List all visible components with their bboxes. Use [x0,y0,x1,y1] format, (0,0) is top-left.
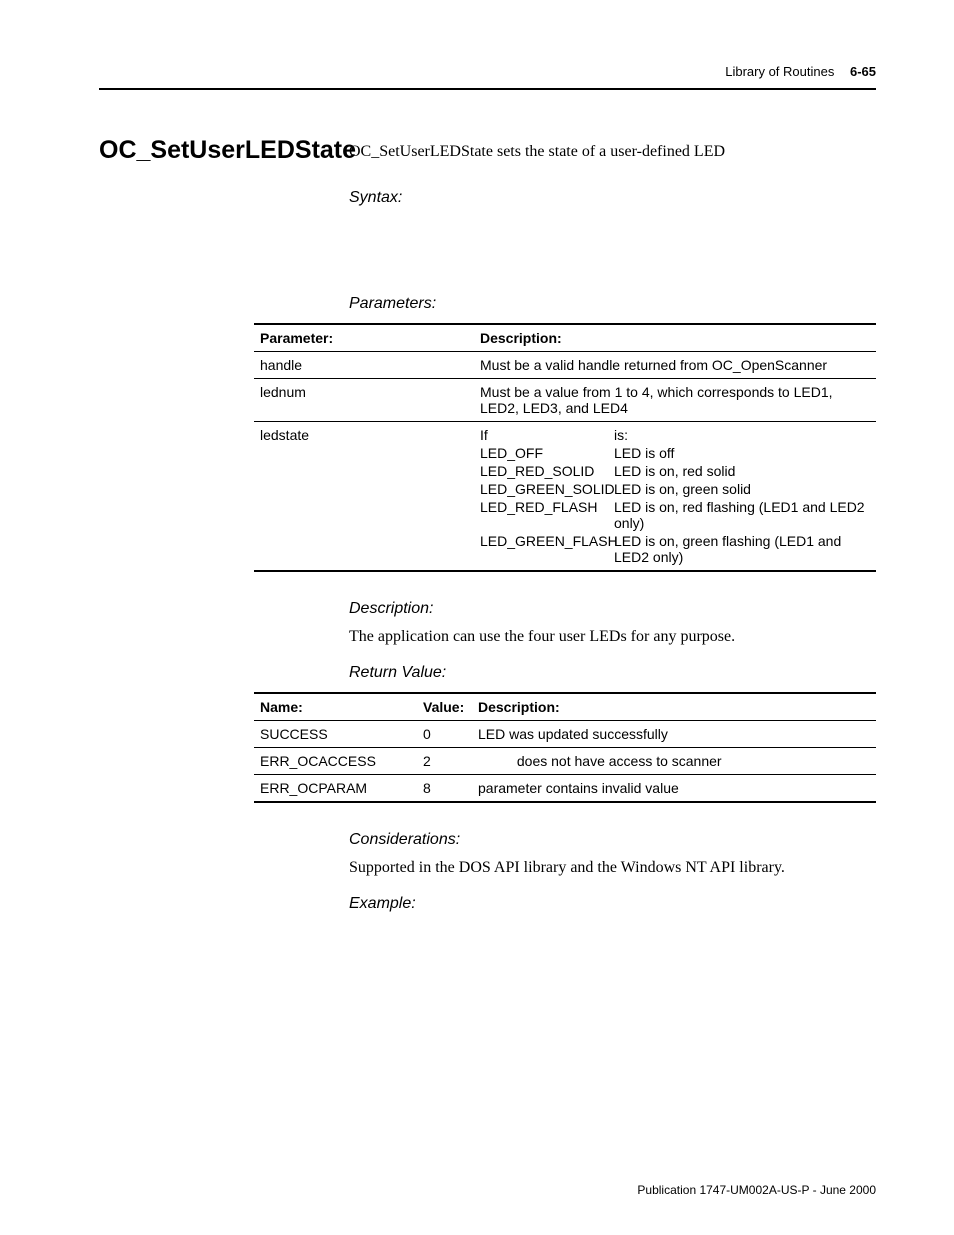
col-parameter: Parameter: [254,324,474,352]
ledstate-val: LED is on, red flashing (LED1 and LED2 o… [614,499,868,531]
col-name: Name: [254,693,417,721]
header-page-number: 6-65 [850,64,876,79]
table-row: SUCCESS 0 LED was updated successfully [254,721,876,748]
section-return-value: Return Value: [349,664,876,682]
ledstate-key: LED_RED_SOLID [480,463,614,479]
return-desc: LED was updated successfully [472,721,876,748]
param-name: handle [254,352,474,379]
table-row: handle Must be a valid handle returned f… [254,352,876,379]
section-example: Example: [349,895,876,913]
table-row: ERR_OCPARAM 8 parameter contains invalid… [254,775,876,803]
ledstate-key: LED_RED_FLASH [480,499,614,531]
param-name: ledstate [254,422,474,572]
ledstate-head-is: is: [614,427,868,443]
page-header: Library of Routines 6-65 [715,64,876,79]
ledstate-val: LED is off [614,445,868,461]
table-header-row: Name: Value: Description: [254,693,876,721]
table-header-row: Parameter: Description: [254,324,876,352]
section-syntax: Syntax: [349,189,876,207]
considerations-body: Supported in the DOS API library and the… [349,859,876,877]
header-chapter: Library of Routines [725,64,834,79]
routine-intro: OC_SetUserLEDState sets the state of a u… [349,143,876,161]
param-desc: Must be a value from 1 to 4, which corre… [474,379,876,422]
page-footer: Publication 1747-UM002A-US-P - June 2000 [637,1183,876,1197]
return-value: 2 [417,748,472,775]
return-value: 0 [417,721,472,748]
return-desc: does not have access to scanner [472,748,876,775]
col-description: Description: [472,693,876,721]
col-description: Description: [474,324,876,352]
return-name: ERR_OCPARAM [254,775,417,803]
routine-title: OC_SetUserLEDState [99,136,356,165]
table-row: lednum Must be a value from 1 to 4, whic… [254,379,876,422]
col-value: Value: [417,693,472,721]
ledstate-key: LED_GREEN_FLASH [480,533,614,565]
return-name: ERR_OCACCESS [254,748,417,775]
parameters-table: Parameter: Description: handle Must be a… [254,323,876,572]
table-row: ledstate If is: LED_OFF LED is off LED_R… [254,422,876,572]
header-rule [99,88,876,90]
ledstate-key: LED_OFF [480,445,614,461]
return-desc: parameter contains invalid value [472,775,876,803]
param-name: lednum [254,379,474,422]
ledstate-val: LED is on, green flashing (LED1 and LED2… [614,533,868,565]
ledstate-key: LED_GREEN_SOLID [480,481,614,497]
description-body: The application can use the four user LE… [349,628,876,646]
ledstate-head-if: If [480,427,614,443]
ledstate-val: LED is on, green solid [614,481,868,497]
return-name: SUCCESS [254,721,417,748]
return-value: 8 [417,775,472,803]
param-desc: Must be a valid handle returned from OC_… [474,352,876,379]
table-row: ERR_OCACCESS 2 does not have access to s… [254,748,876,775]
section-considerations: Considerations: [349,831,876,849]
section-description: Description: [349,600,876,618]
param-desc: If is: LED_OFF LED is off LED_RED_SOLID … [474,422,876,572]
return-value-table: Name: Value: Description: SUCCESS 0 LED … [254,692,876,803]
section-parameters: Parameters: [349,295,876,313]
ledstate-val: LED is on, red solid [614,463,868,479]
